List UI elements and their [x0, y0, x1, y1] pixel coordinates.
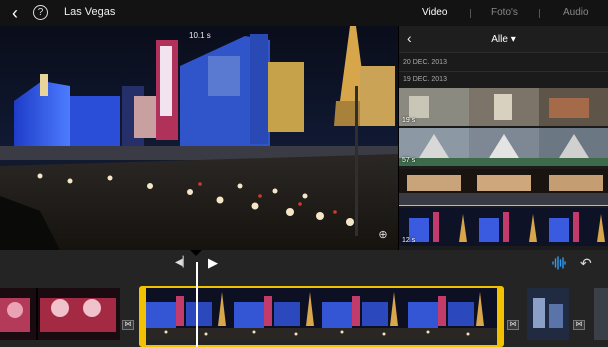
clip-row-selected[interactable]: [399, 168, 608, 206]
transition-icon[interactable]: ⋈: [507, 320, 519, 330]
clip-row[interactable]: 19 s: [399, 88, 608, 126]
filter-label: Alle: [491, 34, 508, 45]
timeline-clip[interactable]: [527, 288, 569, 340]
clip-duration-label: 12 s: [402, 237, 416, 244]
clip-thumbnail: [399, 208, 608, 246]
undo-icon[interactable]: ↶: [580, 255, 592, 272]
video-viewer[interactable]: 10.1 s ⊕: [0, 26, 398, 250]
playhead[interactable]: [196, 262, 198, 347]
date-header: 19 DEC. 2013: [399, 71, 608, 88]
zoom-icon[interactable]: ⊕: [376, 228, 390, 242]
clip-selection-frame[interactable]: [139, 286, 504, 347]
clip-thumbnail: [399, 88, 608, 126]
clip-duration: 10.1 s: [189, 31, 211, 40]
help-button[interactable]: ?: [33, 5, 48, 20]
tab-photos[interactable]: Foto's: [491, 7, 518, 18]
play-icon[interactable]: ▶: [208, 255, 218, 271]
back-button[interactable]: ‹: [6, 3, 24, 23]
media-tabs: Video Foto's Audio: [400, 0, 608, 26]
timeline-clip[interactable]: [594, 288, 608, 340]
timeline-clip[interactable]: [0, 288, 120, 340]
video-frame: [0, 26, 398, 250]
top-bar: ‹ ? Las Vegas Video Foto's Audio: [0, 0, 608, 26]
playhead-marker: [190, 250, 202, 256]
media-browser: ‹ Alle ▾ 20 DEC. 2013 19 DEC. 2013 19 s …: [399, 26, 608, 250]
timeline[interactable]: ◀▏ ▶ ↶: [0, 250, 608, 347]
skip-back-icon[interactable]: ◀▏: [175, 257, 190, 268]
chevron-down-icon: ▾: [510, 34, 516, 45]
timeline-controls: ◀▏ ▶ ↶: [0, 250, 608, 280]
transition-icon[interactable]: ⋈: [122, 320, 134, 330]
clip-thumbnail: [399, 169, 608, 205]
browser-header: ‹ Alle ▾: [399, 26, 608, 52]
clip-row[interactable]: 12 s: [399, 208, 608, 246]
tab-audio[interactable]: Audio: [563, 7, 589, 18]
clip-row[interactable]: 57 s: [399, 128, 608, 166]
waveform-icon[interactable]: [552, 256, 566, 270]
date-header: 20 DEC. 2013: [399, 52, 608, 71]
project-title: Las Vegas: [64, 6, 116, 18]
transition-icon[interactable]: ⋈: [573, 320, 585, 330]
clip-duration-label: 57 s: [402, 157, 416, 164]
tab-separator: [539, 9, 540, 18]
tab-separator: [470, 9, 471, 18]
filter-dropdown[interactable]: Alle ▾: [399, 34, 608, 45]
clip-thumbnail: [399, 128, 608, 166]
tab-video[interactable]: Video: [422, 7, 447, 18]
clip-duration-label: 19 s: [402, 117, 416, 124]
